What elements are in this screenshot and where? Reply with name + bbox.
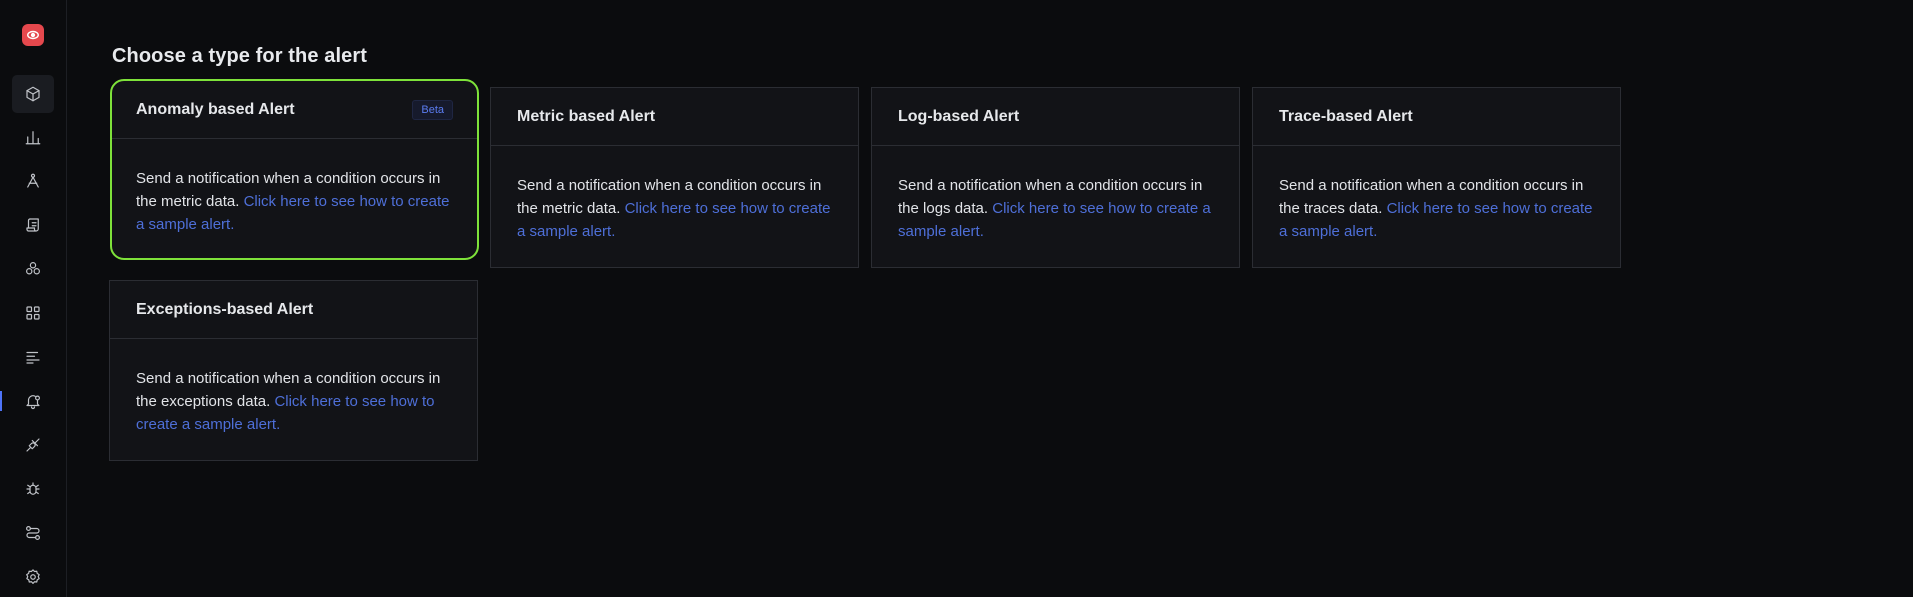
route-icon bbox=[27, 173, 39, 188]
alert-type-card-metric[interactable]: Metric based Alert Send a notification w… bbox=[490, 87, 859, 268]
sidebar-item-services[interactable] bbox=[12, 75, 54, 113]
sidebar-item-explorer[interactable] bbox=[20, 344, 46, 370]
alert-type-card-anomaly[interactable]: Anomaly based Alert Beta Send a notifica… bbox=[110, 79, 479, 260]
page-title: Choose a type for the alert bbox=[112, 45, 367, 67]
card-description: Send a notification when a condition occ… bbox=[110, 339, 477, 436]
card-description: Send a notification when a condition occ… bbox=[1253, 146, 1620, 243]
card-header: Log-based Alert bbox=[872, 88, 1239, 146]
card-description: Send a notification when a condition occ… bbox=[491, 146, 858, 243]
eye-logo-icon[interactable] bbox=[22, 24, 44, 46]
sidebar-item-pipelines[interactable] bbox=[20, 520, 46, 546]
alert-type-card-trace[interactable]: Trace-based Alert Send a notification wh… bbox=[1252, 87, 1621, 268]
sidebar bbox=[0, 0, 67, 597]
scroll-icon bbox=[26, 218, 39, 232]
card-header: Trace-based Alert bbox=[1253, 88, 1620, 146]
list-icon bbox=[26, 351, 40, 364]
sidebar-item-settings[interactable] bbox=[20, 564, 46, 590]
gear-icon bbox=[26, 569, 40, 584]
card-title: Metric based Alert bbox=[517, 107, 656, 125]
bar-chart-icon bbox=[25, 131, 41, 145]
card-title: Log-based Alert bbox=[898, 107, 1020, 125]
card-title: Exceptions-based Alert bbox=[136, 300, 314, 318]
sidebar-item-service-map[interactable] bbox=[20, 256, 46, 282]
card-description: Send a notification when a condition occ… bbox=[872, 146, 1239, 243]
card-header: Exceptions-based Alert bbox=[110, 281, 477, 339]
sidebar-item-integrations[interactable] bbox=[20, 432, 46, 458]
plug-icon bbox=[26, 438, 40, 452]
beta-badge: Beta bbox=[412, 99, 453, 120]
sidebar-item-apps[interactable] bbox=[20, 300, 46, 326]
card-header: Anomaly based Alert Beta bbox=[112, 81, 477, 139]
card-description: Send a notification when a condition occ… bbox=[112, 139, 477, 236]
workflow-icon bbox=[26, 526, 40, 540]
card-header: Metric based Alert bbox=[491, 88, 858, 146]
card-title: Anomaly based Alert bbox=[136, 100, 295, 118]
sidebar-item-dashboards[interactable] bbox=[20, 124, 46, 150]
alert-type-card-log[interactable]: Log-based Alert Send a notification when… bbox=[871, 87, 1240, 268]
sidebar-item-logs[interactable] bbox=[20, 212, 46, 238]
boxes-icon bbox=[26, 262, 40, 275]
alert-type-card-exceptions[interactable]: Exceptions-based Alert Send a notificati… bbox=[109, 280, 478, 461]
card-title: Trace-based Alert bbox=[1279, 107, 1413, 125]
bug-icon bbox=[26, 482, 40, 495]
cube-icon bbox=[26, 86, 40, 102]
grid-icon bbox=[26, 306, 40, 320]
main-content: Choose a type for the alert Anomaly base… bbox=[67, 0, 1913, 597]
bell-icon bbox=[26, 395, 40, 410]
sidebar-item-traces[interactable] bbox=[20, 168, 46, 194]
sidebar-item-alerts[interactable] bbox=[0, 388, 46, 414]
sidebar-item-exceptions[interactable] bbox=[20, 476, 46, 502]
